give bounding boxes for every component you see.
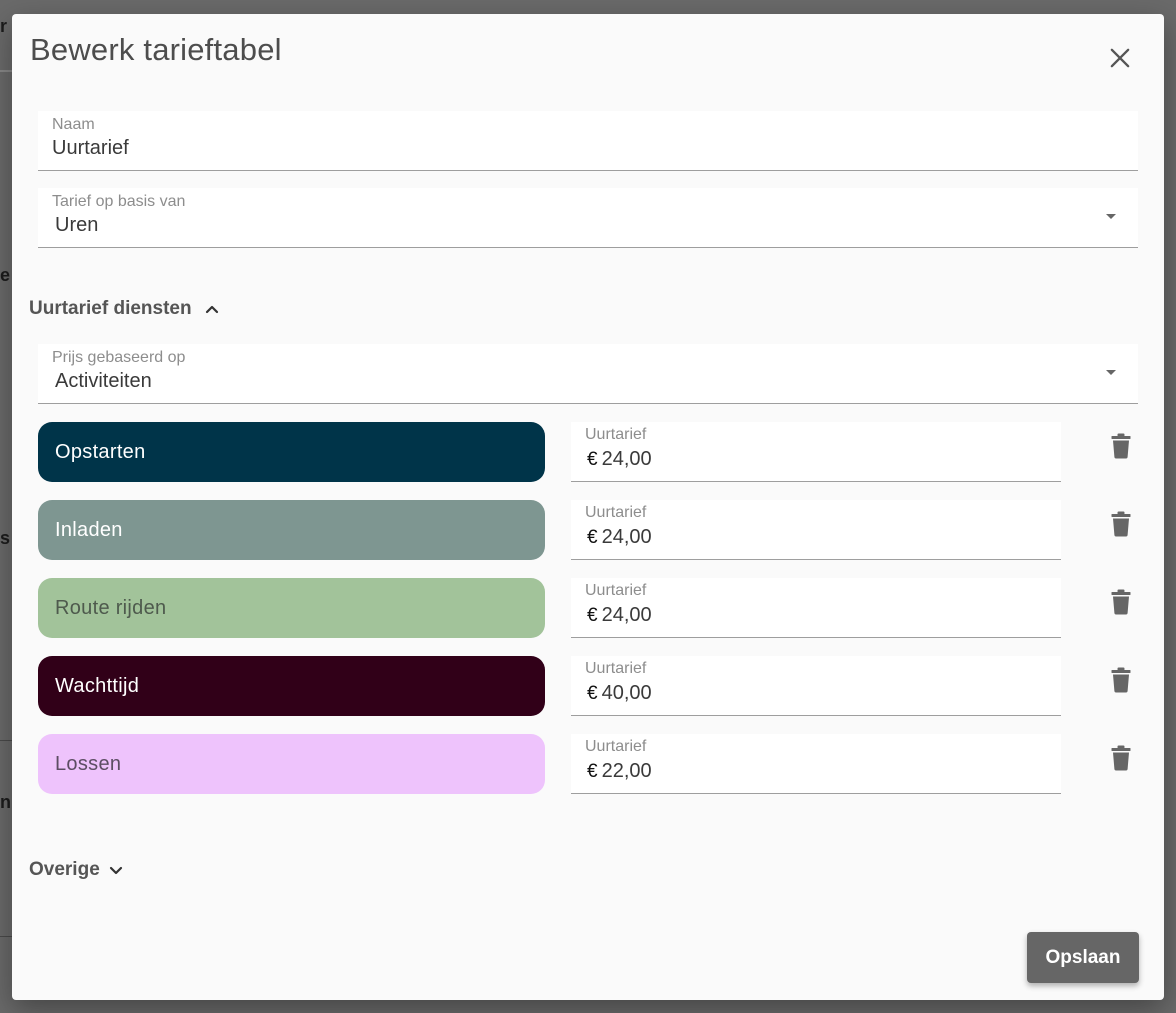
section-overige-toggle[interactable]: Overige xyxy=(29,859,124,881)
hourly-rate-value: €24,00 xyxy=(587,604,652,627)
tarief-basis-value: Uren xyxy=(55,214,99,236)
activity-name: Inladen xyxy=(55,518,123,541)
background-text-fragment: n xyxy=(0,792,11,812)
dropdown-arrow-icon xyxy=(1106,214,1116,219)
rate-amount: 22,00 xyxy=(601,760,652,782)
hourly-rate-value: €40,00 xyxy=(587,682,652,705)
hourly-rate-label: Uurtarief xyxy=(585,504,647,521)
hourly-rate-field[interactable]: Uurtarief €40,00 xyxy=(571,656,1061,716)
activity-chip: Inladen xyxy=(38,500,545,560)
close-icon xyxy=(1110,48,1130,68)
naam-field[interactable]: Naam Uurtarief xyxy=(38,111,1138,171)
activity-name: Lossen xyxy=(55,752,122,775)
activity-chip: Lossen xyxy=(38,734,545,794)
delete-icon[interactable] xyxy=(1111,433,1131,459)
chevron-up-icon xyxy=(205,305,218,314)
currency-symbol: € xyxy=(587,605,598,626)
currency-symbol: € xyxy=(587,527,598,548)
activity-name: Route rijden xyxy=(55,596,167,619)
prijs-basis-value: Activiteiten xyxy=(55,370,152,392)
dropdown-arrow-icon xyxy=(1106,370,1116,375)
rate-amount: 24,00 xyxy=(601,526,652,548)
activity-chip: Opstarten xyxy=(38,422,545,482)
hourly-rate-label: Uurtarief xyxy=(585,426,647,443)
prijs-basis-label: Prijs gebaseerd op xyxy=(52,349,186,366)
hourly-rate-value: €24,00 xyxy=(587,526,652,549)
hourly-rate-value: €22,00 xyxy=(587,760,652,783)
chevron-down-icon xyxy=(109,866,122,875)
hourly-rate-label: Uurtarief xyxy=(585,582,647,599)
rate-amount: 24,00 xyxy=(601,604,652,626)
hourly-rate-value: €24,00 xyxy=(587,448,652,471)
rate-amount: 40,00 xyxy=(601,682,652,704)
dialog-title: Bewerk tarieftabel xyxy=(30,32,282,67)
close-button[interactable] xyxy=(1106,44,1134,72)
activity-name: Wachttijd xyxy=(55,674,140,697)
background-bar xyxy=(0,70,12,72)
background-divider xyxy=(0,740,12,741)
section-title: Overige xyxy=(29,859,100,880)
currency-symbol: € xyxy=(587,683,598,704)
save-button[interactable]: Opslaan xyxy=(1027,932,1139,983)
prijs-basis-select[interactable]: Prijs gebaseerd op Activiteiten xyxy=(38,344,1138,404)
activity-name: Opstarten xyxy=(55,440,146,463)
delete-icon[interactable] xyxy=(1111,511,1131,537)
delete-icon[interactable] xyxy=(1111,667,1131,693)
naam-label: Naam xyxy=(52,116,95,133)
background-text-fragment: r xyxy=(0,16,8,36)
edit-rate-table-dialog: Bewerk tarieftabel Naam Uurtarief Tarief… xyxy=(12,14,1164,1000)
delete-icon[interactable] xyxy=(1111,745,1131,771)
background-text-fragment: e xyxy=(0,265,11,285)
activity-chip: Wachttijd xyxy=(38,656,545,716)
hourly-rate-field[interactable]: Uurtarief €22,00 xyxy=(571,734,1061,794)
hourly-rate-field[interactable]: Uurtarief €24,00 xyxy=(571,578,1061,638)
section-title: Uurtarief diensten xyxy=(29,298,192,319)
currency-symbol: € xyxy=(587,449,598,470)
delete-icon[interactable] xyxy=(1111,589,1131,615)
currency-symbol: € xyxy=(587,761,598,782)
rate-amount: 24,00 xyxy=(601,448,652,470)
section-uurtarief-diensten-toggle[interactable]: Uurtarief diensten xyxy=(29,298,220,320)
activity-chip: Route rijden xyxy=(38,578,545,638)
background-divider xyxy=(0,936,12,937)
hourly-rate-field[interactable]: Uurtarief €24,00 xyxy=(571,500,1061,560)
naam-value: Uurtarief xyxy=(52,137,129,159)
background-text-fragment: s xyxy=(0,528,11,548)
tarief-basis-label: Tarief op basis van xyxy=(52,193,186,210)
hourly-rate-label: Uurtarief xyxy=(585,660,647,677)
hourly-rate-field[interactable]: Uurtarief €24,00 xyxy=(571,422,1061,482)
hourly-rate-label: Uurtarief xyxy=(585,738,647,755)
tarief-basis-select[interactable]: Tarief op basis van Uren xyxy=(38,188,1138,248)
